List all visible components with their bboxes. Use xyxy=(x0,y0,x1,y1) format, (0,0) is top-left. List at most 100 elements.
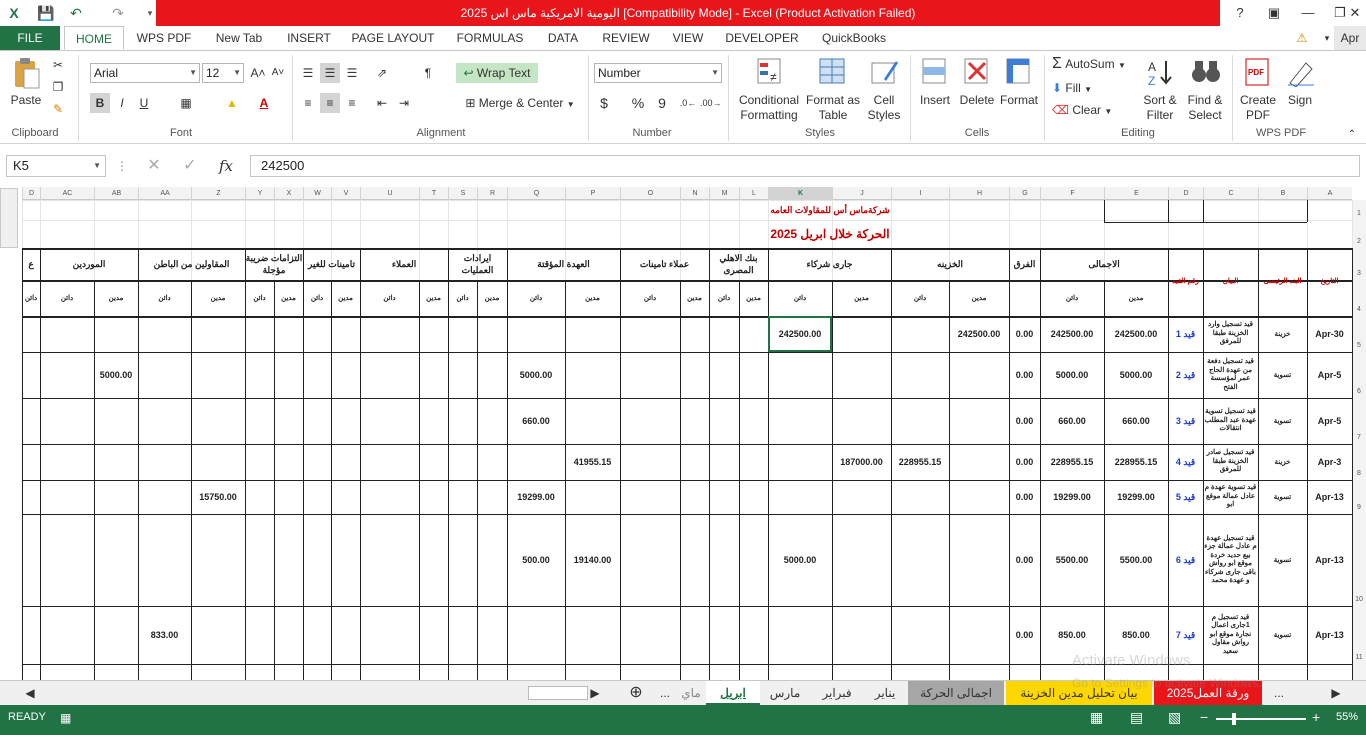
cell[interactable] xyxy=(949,352,1009,398)
cell[interactable]: الاجمالى xyxy=(1040,250,1168,278)
cell[interactable]: 15750.00 xyxy=(191,480,245,514)
copy-icon[interactable]: ❐ xyxy=(48,77,68,97)
cell[interactable] xyxy=(94,444,138,480)
cell[interactable]: دائن xyxy=(507,282,565,314)
confirm-edit-icon[interactable]: ✓ xyxy=(180,156,200,176)
row-header[interactable]: 2 xyxy=(1352,238,1366,248)
zoom-out-icon[interactable]: − xyxy=(1200,709,1208,725)
cell[interactable]: 41955.15 xyxy=(565,444,620,480)
cell[interactable] xyxy=(40,606,94,664)
cell[interactable]: 5500.00 xyxy=(1104,514,1168,606)
cell[interactable]: الموردين xyxy=(40,250,138,278)
cell[interactable] xyxy=(40,444,94,480)
cell[interactable]: مدين xyxy=(832,282,891,314)
cell[interactable] xyxy=(832,514,891,606)
cell[interactable] xyxy=(949,444,1009,480)
cell[interactable]: 833.00 xyxy=(138,606,191,664)
close-icon[interactable]: ✕ xyxy=(1344,0,1366,26)
cell[interactable]: دائن xyxy=(768,282,832,314)
increase-decimal-icon[interactable]: .0← xyxy=(678,93,698,113)
decrease-decimal-icon[interactable]: .00→ xyxy=(700,93,722,113)
cell[interactable]: البيان xyxy=(1203,250,1258,314)
cell[interactable] xyxy=(40,316,94,352)
row-header[interactable]: 6 xyxy=(1352,388,1366,398)
cell[interactable] xyxy=(832,606,891,664)
cell[interactable] xyxy=(768,398,832,444)
tab-may[interactable]: ماي xyxy=(676,681,706,705)
cell[interactable] xyxy=(94,514,138,606)
cell[interactable]: دائن xyxy=(245,282,274,314)
worksheet-grid[interactable]: A B C D E F G H I J K L M N O P Q R S T U V W X Y Z AA AB AC D 123456… xyxy=(0,180,1366,681)
cell[interactable] xyxy=(94,398,138,444)
cell[interactable] xyxy=(565,316,620,352)
cell[interactable]: 500.00 xyxy=(507,514,565,606)
rtl-icon[interactable]: ¶ xyxy=(418,63,438,83)
find-select-button[interactable]: Find & Select xyxy=(1182,55,1228,125)
cell[interactable]: 5000.00 xyxy=(1104,352,1168,398)
horizontal-scrollbar[interactable] xyxy=(528,686,588,700)
cell[interactable]: دائن xyxy=(138,282,191,314)
comma-style-button[interactable]: 9 xyxy=(652,93,672,113)
cell[interactable]: دائن xyxy=(303,282,331,314)
row-header[interactable]: 1 xyxy=(1352,210,1366,220)
tab-page-layout[interactable]: PAGE LAYOUT xyxy=(348,26,438,50)
cell[interactable] xyxy=(768,606,832,664)
cell[interactable]: الخزينه xyxy=(891,250,1009,278)
cell[interactable]: قيد 6 xyxy=(1168,514,1203,606)
fill-color-icon[interactable]: ▲ xyxy=(222,93,242,113)
number-format-combo[interactable]: Number ▼ xyxy=(594,63,722,83)
row-header[interactable]: 5 xyxy=(1352,342,1366,352)
zoom-in-icon[interactable]: + xyxy=(1312,709,1320,725)
cell[interactable]: Apr-13 xyxy=(1307,606,1352,664)
cell[interactable] xyxy=(565,480,620,514)
cell[interactable]: 0.00 xyxy=(1009,514,1040,606)
cell[interactable]: تسوية xyxy=(1258,514,1307,606)
cell[interactable] xyxy=(138,514,191,606)
font-name-combo[interactable]: Arial ▼ xyxy=(90,63,200,83)
cell[interactable]: تسوية xyxy=(1258,480,1307,514)
cell[interactable]: دائن xyxy=(891,282,949,314)
currency-button[interactable]: $ xyxy=(594,93,614,113)
cell[interactable]: 5000.00 xyxy=(1040,352,1104,398)
cell[interactable]: 242500.00 xyxy=(1040,316,1104,352)
cell[interactable]: مدين xyxy=(419,282,448,314)
increase-indent-icon[interactable]: ⇥ xyxy=(394,93,414,113)
cell[interactable]: البند الرئيسى xyxy=(1258,250,1307,314)
clear-button[interactable]: ⌫ Clear ▼ xyxy=(1052,101,1122,119)
cell[interactable]: مدين xyxy=(274,282,303,314)
cell[interactable] xyxy=(191,606,245,664)
save-icon[interactable]: 💾 xyxy=(36,3,56,23)
undo-icon[interactable]: ↶ xyxy=(66,3,86,23)
font-color-icon[interactable]: A xyxy=(254,93,274,113)
tab-formulas[interactable]: FORMULAS xyxy=(452,26,528,50)
cell[interactable] xyxy=(138,398,191,444)
orientation-icon[interactable]: ⇗ xyxy=(372,63,392,83)
cell[interactable]: 5000.00 xyxy=(768,514,832,606)
cell[interactable]: جارى شركاء xyxy=(768,250,891,278)
tab-new-tab[interactable]: New Tab xyxy=(208,26,270,50)
conditional-formatting-button[interactable]: ≠ Conditional Formatting xyxy=(734,55,804,125)
tab-total-movement[interactable]: اجمالى الحركة xyxy=(908,681,1004,705)
cell[interactable]: Apr-30 xyxy=(1307,316,1352,352)
tab-february[interactable]: فبراير xyxy=(812,681,862,705)
cell[interactable] xyxy=(191,316,245,352)
cell[interactable]: 5000.00 xyxy=(507,352,565,398)
cell[interactable] xyxy=(138,352,191,398)
cell[interactable]: قيد تسوية عهدة م عادل عمالة موقع ابو xyxy=(1204,481,1257,513)
cell[interactable] xyxy=(507,444,565,480)
cell[interactable]: خزينة xyxy=(1258,316,1307,352)
tab-home[interactable]: HOME xyxy=(64,26,124,50)
cell[interactable]: رقم القيد xyxy=(1168,250,1203,314)
cell[interactable]: قيد 4 xyxy=(1168,444,1203,480)
insert-function-button[interactable]: fx xyxy=(216,156,236,176)
cell[interactable]: مدين xyxy=(191,282,245,314)
cell[interactable]: الفرق xyxy=(1009,250,1040,278)
cell[interactable]: 187000.00 xyxy=(832,444,891,480)
cell[interactable]: تسوية xyxy=(1258,398,1307,444)
cell[interactable]: قيد تسجيل عهدة م عادل عمالة جزء بيع حديد… xyxy=(1204,515,1257,605)
cell[interactable]: 19299.00 xyxy=(1040,480,1104,514)
normal-view-icon[interactable]: ▦ xyxy=(1090,709,1103,726)
cell[interactable]: المقاولين من الباطن xyxy=(138,250,245,278)
cancel-edit-icon[interactable]: ✕ xyxy=(144,156,164,176)
cell[interactable] xyxy=(949,606,1009,664)
